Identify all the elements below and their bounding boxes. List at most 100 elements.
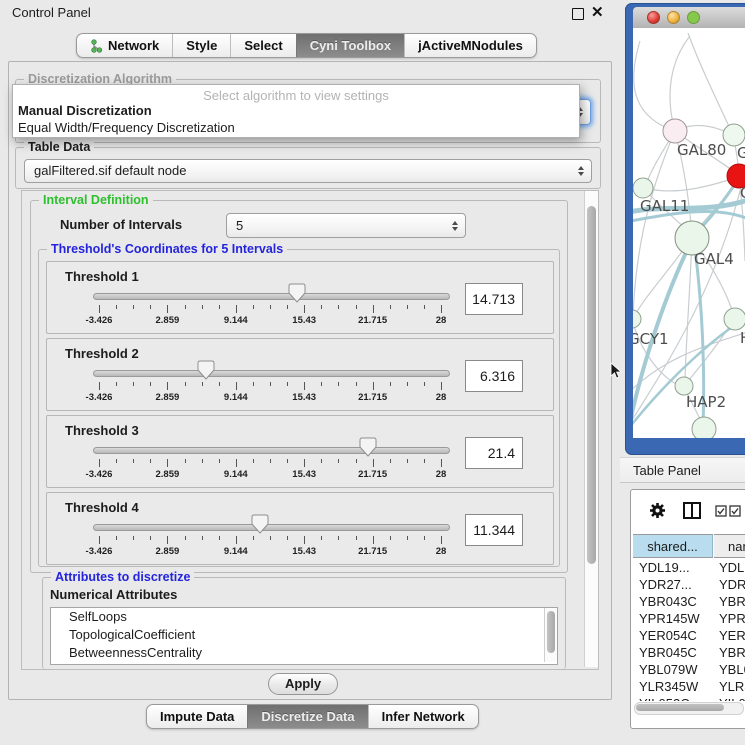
network-node[interactable]	[692, 417, 716, 438]
algorithm-option-manual[interactable]: Manual Discretization	[13, 103, 579, 120]
threshold-value-field[interactable]: 21.4	[465, 437, 523, 469]
close-traffic-light-icon[interactable]	[647, 11, 660, 24]
network-node-label: GAL80	[677, 141, 726, 159]
tab-style[interactable]: Style	[172, 34, 230, 57]
network-canvas[interactable]: GAL80GCGAL11GAL4GCY1HHAP2	[633, 28, 745, 438]
slider-tick	[236, 382, 237, 390]
table-cell-name[interactable]: YDL19...	[719, 559, 745, 576]
slider-thumb[interactable]	[197, 360, 215, 380]
tab-select[interactable]: Select	[230, 34, 295, 57]
checkbox-icon[interactable]	[729, 505, 741, 517]
slider-tick	[270, 382, 271, 386]
slider-tick	[167, 382, 168, 390]
column-header-name[interactable]: name	[714, 534, 745, 558]
slider-track[interactable]	[93, 293, 450, 300]
tick-label: 28	[436, 546, 447, 557]
apply-button[interactable]: Apply	[268, 673, 338, 695]
attributes-group: Attributes to discretize Numerical Attri…	[42, 577, 566, 669]
slider-tick	[304, 536, 305, 544]
table-cell-name[interactable]: YBR043C	[719, 593, 745, 610]
slider-tick-labels: -3.426 2.859 9.144 15.43 21.715 28	[99, 315, 441, 327]
slider-thumb[interactable]	[251, 514, 269, 534]
slider-tick	[338, 382, 339, 386]
slider-track[interactable]	[93, 370, 450, 377]
table-cell-shared-name[interactable]: YLR345W	[639, 678, 713, 695]
table-cell-name[interactable]: YER054C	[719, 627, 745, 644]
threshold-value-field[interactable]: 6.316	[465, 360, 523, 392]
checkbox-icon[interactable]	[715, 505, 727, 517]
threshold-1-panel: Threshold 1 -3.426 2.859 9.144 15.43 21.…	[46, 261, 554, 334]
slider-track[interactable]	[93, 447, 450, 454]
slider-track[interactable]	[93, 524, 450, 531]
slider-tick	[287, 382, 288, 386]
slider-tick	[116, 459, 117, 463]
algorithm-option-equal-width[interactable]: Equal Width/Frequency Discretization	[13, 120, 579, 137]
threshold-value-field[interactable]: 14.713	[465, 283, 523, 315]
minimize-traffic-light-icon[interactable]	[667, 11, 680, 24]
network-node[interactable]	[724, 308, 745, 330]
tab-select-label: Select	[244, 37, 282, 54]
threshold-value-field[interactable]: 11.344	[465, 514, 523, 546]
table-cell-shared-name[interactable]: YDL19...	[639, 559, 713, 576]
slider-tick	[116, 382, 117, 386]
network-node[interactable]	[633, 310, 641, 328]
attribute-item[interactable]: SelfLoops	[51, 608, 557, 626]
threshold-2-panel: Threshold 2 -3.426 2.859 9.144 15.43 21.…	[46, 338, 554, 411]
horizontal-scrollbar-thumb[interactable]	[636, 704, 724, 711]
attribute-item[interactable]: BetweennessCentrality	[51, 644, 557, 662]
network-node-label: G	[737, 144, 745, 162]
table-cell-shared-name[interactable]: YBL079W	[639, 661, 713, 678]
list-scrollbar[interactable]	[544, 608, 557, 662]
table-data-combobox[interactable]: galFiltered.sif default node	[24, 159, 592, 183]
combo-stepper-icon[interactable]	[452, 221, 458, 231]
table-cell-shared-name[interactable]: YPR145W	[639, 610, 713, 627]
tick-label: 15.43	[292, 469, 316, 480]
horizontal-scrollbar[interactable]	[634, 702, 744, 715]
tab-network[interactable]: Network	[77, 34, 172, 57]
tab-impute-data[interactable]: Impute Data	[147, 705, 247, 728]
list-scrollbar-thumb[interactable]	[547, 611, 555, 653]
network-node-label: GAL11	[640, 197, 689, 215]
split-pane-icon[interactable]	[683, 502, 701, 519]
tab-infer-network[interactable]: Infer Network	[368, 705, 478, 728]
table-cell-shared-name[interactable]: YBR043C	[639, 593, 713, 610]
gear-icon[interactable]	[649, 502, 666, 519]
table-cell-name[interactable]: YDR27...	[719, 576, 745, 593]
combo-stepper-icon[interactable]	[578, 166, 584, 176]
slider-tick	[133, 382, 134, 386]
network-node[interactable]	[633, 178, 653, 198]
float-window-icon[interactable]	[572, 8, 584, 20]
slider-thumb[interactable]	[359, 437, 377, 457]
slider-tick	[185, 382, 186, 386]
slider-tick	[253, 459, 254, 463]
column-header-shared-name[interactable]: shared...	[633, 534, 713, 558]
numerical-attributes-heading: Numerical Attributes	[50, 587, 177, 602]
zoom-traffic-light-icon[interactable]	[687, 11, 700, 24]
close-icon[interactable]: ✕	[591, 3, 604, 21]
slider-thumb[interactable]	[288, 283, 306, 303]
vertical-scrollbar-thumb[interactable]	[587, 206, 596, 564]
tab-cyni-toolbox[interactable]: Cyni Toolbox	[296, 34, 404, 57]
tab-discretize-data[interactable]: Discretize Data	[247, 705, 367, 728]
table-cell-shared-name[interactable]: YIL052C	[639, 695, 713, 701]
table-cell-shared-name[interactable]: YER054C	[639, 627, 713, 644]
table-cell-shared-name[interactable]: YBR045C	[639, 644, 713, 661]
network-node-label: HAP2	[686, 393, 726, 411]
application-window: Control Panel ✕ Network Style Select Cyn…	[0, 0, 745, 745]
table-cell-name[interactable]: YBL079W	[719, 661, 745, 678]
table-data-selected-value: galFiltered.sif default node	[34, 163, 186, 178]
number-of-intervals-spinner[interactable]: 5	[226, 213, 466, 238]
tick-label: 28	[436, 315, 447, 326]
tab-jactivemnodules[interactable]: jActiveMNodules	[404, 34, 536, 57]
table-cell-name[interactable]: YBR045C	[719, 644, 745, 661]
tick-label: -3.426	[86, 546, 113, 557]
network-window-titlebar[interactable]	[633, 7, 745, 29]
slider-tick	[441, 459, 442, 467]
attribute-item[interactable]: TopologicalCoefficient	[51, 626, 557, 644]
table-cell-name[interactable]: YIL052C	[719, 695, 745, 701]
table-cell-name[interactable]: YLR345W	[719, 678, 745, 695]
vertical-scrollbar[interactable]	[584, 191, 598, 667]
network-node[interactable]	[663, 119, 687, 143]
table-cell-shared-name[interactable]: YDR27...	[639, 576, 713, 593]
table-cell-name[interactable]: YPR145W	[719, 610, 745, 627]
